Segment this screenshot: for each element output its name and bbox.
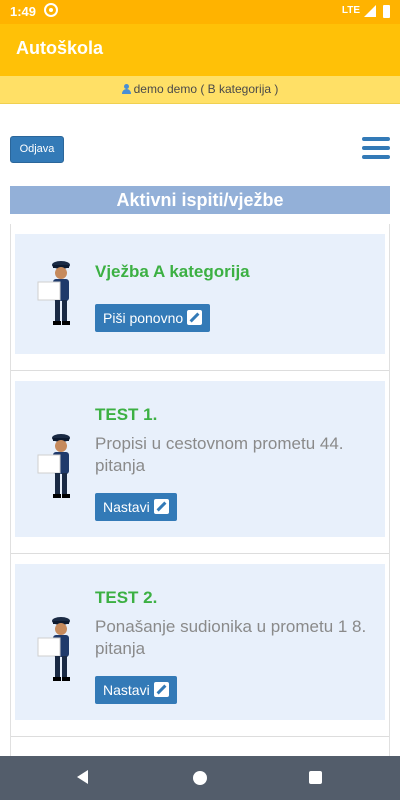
user-info-bar: demo demo ( B kategorija ) — [0, 76, 400, 104]
home-icon[interactable] — [193, 771, 207, 785]
police-officer-icon — [37, 434, 70, 498]
exam-title: TEST 2. — [95, 588, 158, 607]
exam-card: TEST 2. Ponašanje sudionika u prometu 1 … — [15, 564, 385, 720]
network-type: LTE — [341, 5, 360, 16]
rewrite-button[interactable]: Piši ponovno — [95, 304, 211, 332]
logout-button[interactable]: Odjava — [10, 136, 64, 163]
list-item: TEST 1. Propisi u cestovnom prometu 44. … — [11, 371, 389, 554]
button-label: Nastavi — [103, 499, 150, 515]
exam-card: TEST 1. Propisi u cestovnom prometu 44. … — [15, 381, 385, 537]
exam-subtitle: Ponašanje sudionika u prometu 1 8. pitan… — [95, 617, 367, 658]
button-label: Nastavi — [103, 682, 150, 698]
police-officer-icon — [37, 617, 70, 681]
exam-title: TEST 1. — [95, 405, 158, 424]
sync-icon — [44, 3, 58, 17]
app-bar: Autoškola — [0, 24, 400, 76]
section-title: Aktivni ispiti/vježbe — [10, 186, 390, 214]
list-item: Vježba A kategorija Piši ponovno — [11, 224, 389, 371]
user-label: demo demo ( B kategorija ) — [133, 82, 279, 96]
status-time: 1:49 — [10, 4, 37, 19]
continue-button[interactable]: Nastavi — [95, 493, 177, 521]
exam-card: Vježba A kategorija Piši ponovno — [15, 234, 385, 354]
edit-icon — [187, 310, 203, 325]
edit-icon — [153, 499, 169, 514]
edit-icon — [153, 682, 169, 697]
list-item: TEST 2. Ponašanje sudionika u prometu 1 … — [11, 554, 389, 737]
exam-list[interactable]: Vježba A kategorija Piši ponovno TEST 1.… — [10, 224, 390, 756]
police-officer-icon — [37, 261, 70, 325]
status-bar: 1:49 LTE — [0, 0, 400, 24]
battery-icon — [383, 5, 390, 18]
continue-button[interactable]: Nastavi — [95, 676, 177, 704]
exam-subtitle: Propisi u cestovnom prometu 44. pitanja — [95, 434, 344, 475]
back-icon[interactable] — [77, 770, 88, 784]
hamburger-menu-icon[interactable] — [362, 137, 390, 161]
recent-apps-icon[interactable] — [309, 771, 322, 784]
user-icon — [121, 84, 131, 94]
button-label: Piši ponovno — [103, 310, 184, 326]
app-title: Autoškola — [16, 38, 104, 58]
system-nav-bar — [0, 756, 400, 800]
exam-title: Vježba A kategorija — [95, 262, 250, 281]
signal-icon — [364, 5, 376, 17]
